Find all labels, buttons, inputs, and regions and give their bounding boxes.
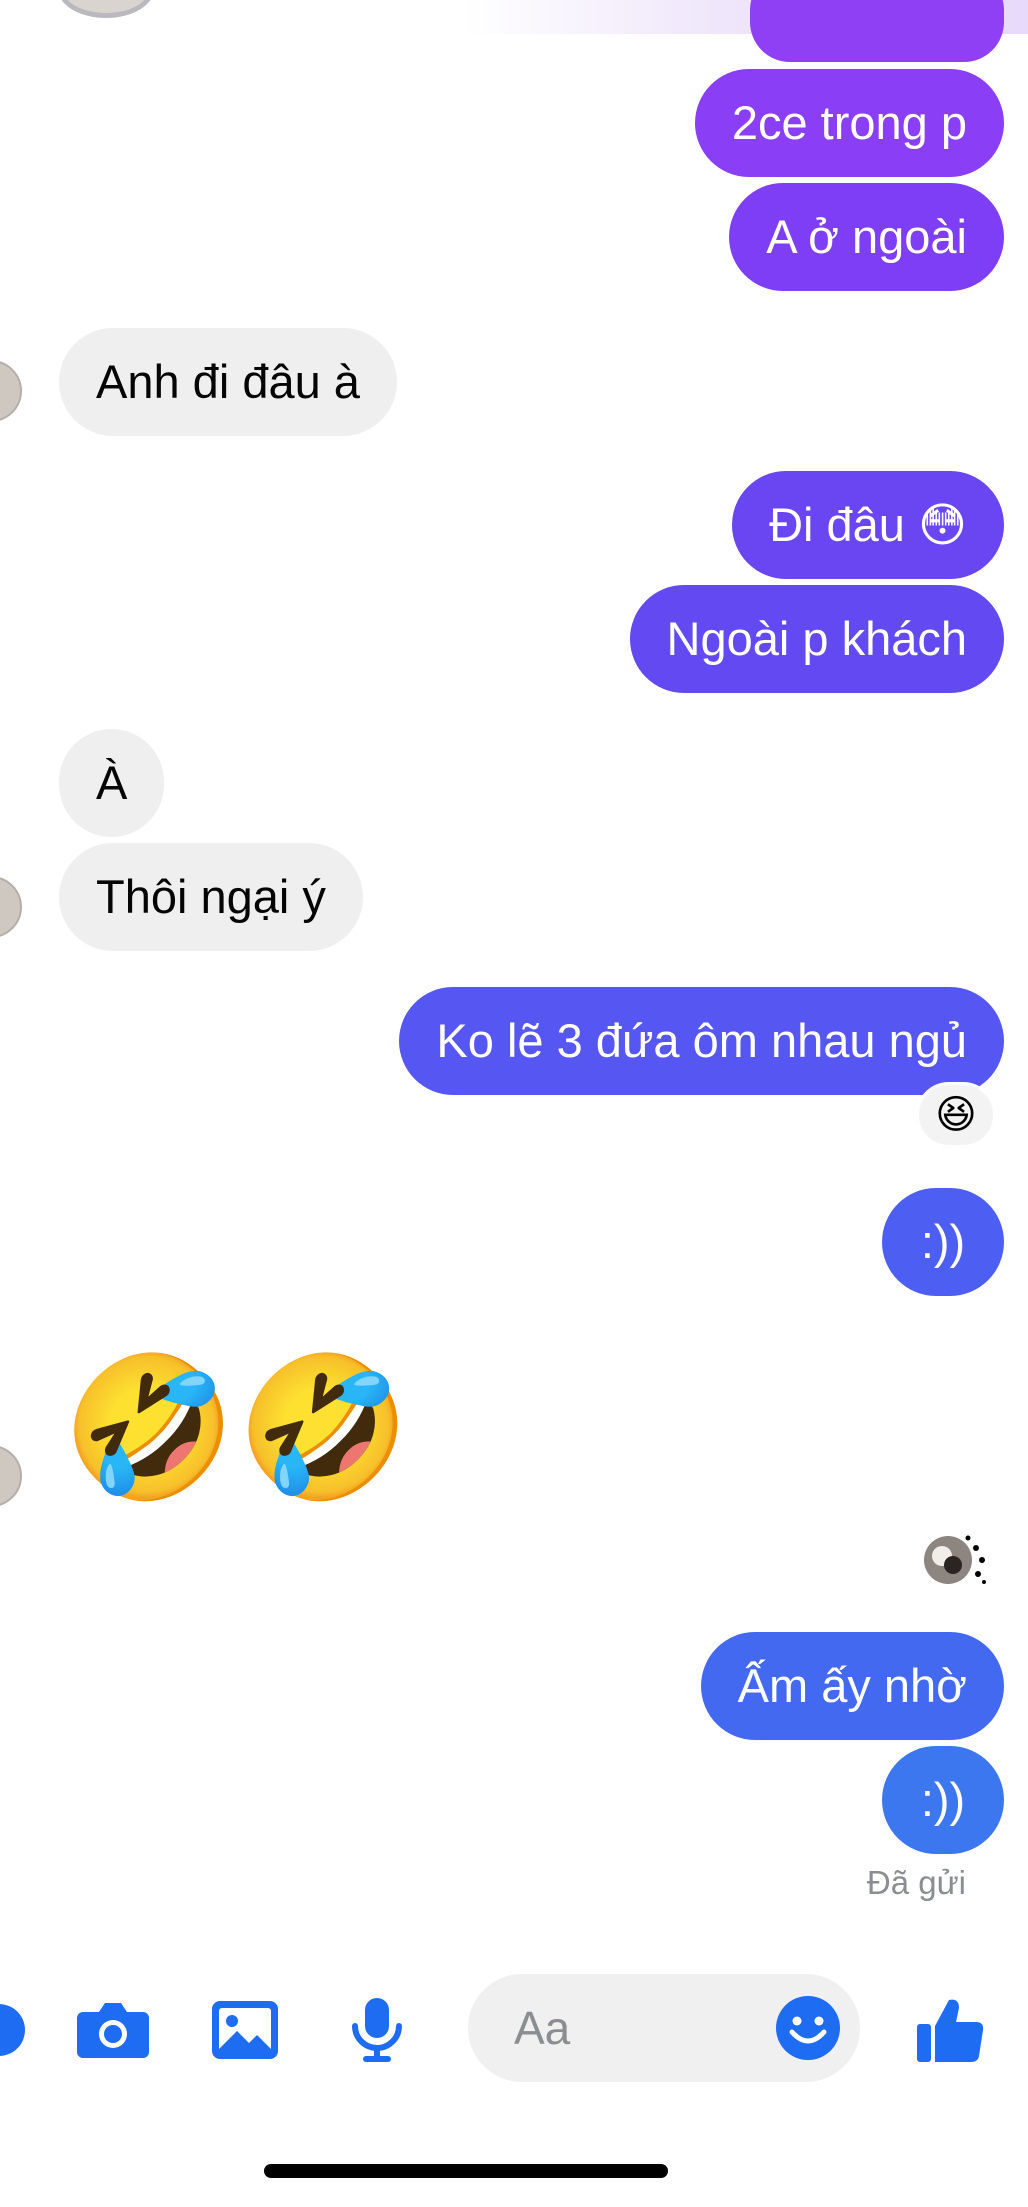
outgoing-message[interactable]: :))	[882, 1746, 1004, 1854]
message-input-placeholder: Aa	[514, 2002, 571, 2054]
more-icon[interactable]	[0, 1960, 44, 2100]
sent-status: Đã gửi	[866, 1864, 966, 1901]
incoming-message[interactable]: Anh đi đâu à	[59, 328, 397, 436]
seen-indicator-avatar	[924, 1535, 986, 1584]
outgoing-message[interactable]: Ấm ấy nhờ	[700, 1632, 1004, 1740]
sender-avatar[interactable]	[0, 1445, 22, 1507]
message-input[interactable]: Aa	[468, 1974, 860, 2082]
image-icon[interactable]	[200, 1960, 290, 2100]
camera-icon[interactable]	[68, 1960, 158, 2100]
outgoing-message[interactable]: :))	[882, 1188, 1004, 1296]
incoming-message[interactable]: À	[59, 729, 165, 837]
outgoing-bubble-partial[interactable]	[750, 0, 1004, 62]
sender-avatar[interactable]	[0, 876, 22, 938]
like-icon[interactable]	[906, 1960, 996, 2100]
home-indicator	[264, 2164, 668, 2178]
outgoing-message[interactable]: 2ce trong p	[694, 69, 1004, 177]
outgoing-message[interactable]: Ngoài p khách	[629, 585, 1004, 693]
sender-avatar[interactable]	[0, 360, 22, 422]
outgoing-message[interactable]: A ở ngoài	[729, 183, 1004, 291]
incoming-emoji-message[interactable]: 🤣🤣	[62, 1348, 411, 1508]
message-reaction[interactable]: 😆	[916, 1082, 996, 1148]
outgoing-message[interactable]: Ko lẽ 3 đứa ôm nhau ngủ	[399, 987, 1004, 1095]
emoji-icon[interactable]	[774, 1994, 842, 2062]
outgoing-message[interactable]: Đi đâu 😳	[732, 471, 1004, 579]
microphone-icon[interactable]	[332, 1960, 422, 2100]
composer-bar: Aa	[0, 1960, 1028, 2100]
incoming-message[interactable]: Thôi ngại ý	[59, 843, 363, 951]
